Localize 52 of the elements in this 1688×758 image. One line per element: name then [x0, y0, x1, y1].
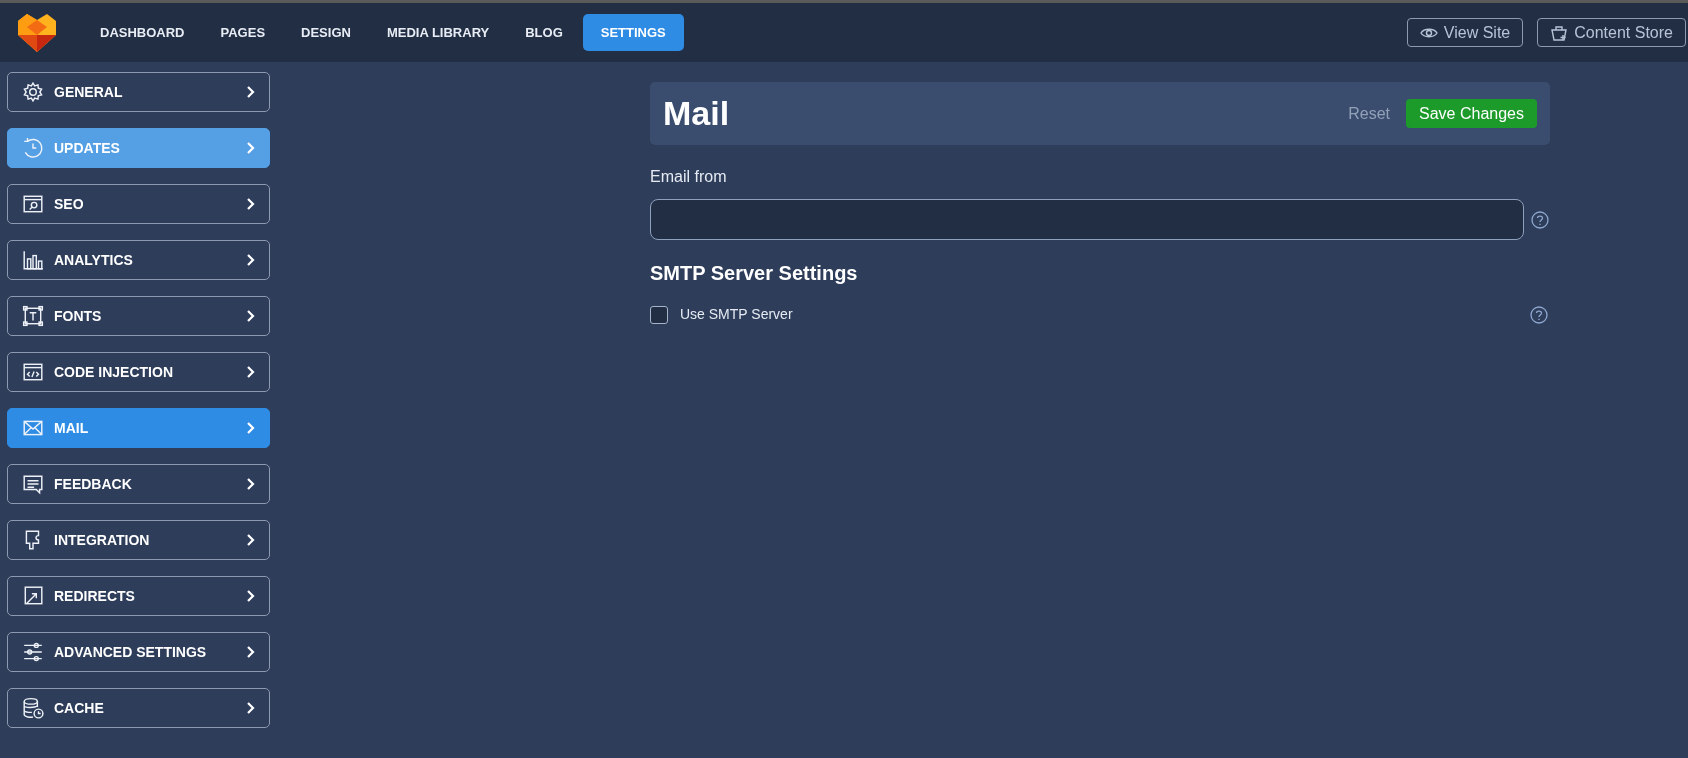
gear-icon	[22, 81, 44, 103]
chevron-right-icon	[246, 309, 255, 323]
sidebar-item[interactable]: GENERAL	[7, 72, 270, 112]
email-from-field[interactable]	[650, 199, 1524, 240]
text-frame-icon	[22, 305, 44, 327]
chevron-right-icon	[246, 253, 255, 267]
history-icon	[22, 137, 44, 159]
logo-icon[interactable]	[16, 12, 58, 53]
chevron-right-icon	[246, 141, 255, 155]
help-icon[interactable]	[1531, 210, 1549, 229]
message-icon	[22, 473, 44, 495]
sidebar-item[interactable]: CACHE	[7, 688, 270, 728]
nav-tab[interactable]: DASHBOARD	[84, 14, 201, 51]
nav-tab[interactable]: BLOG	[509, 14, 579, 51]
field-label: Email from	[650, 167, 728, 187]
sidebar-item[interactable]: MAIL	[7, 408, 270, 448]
nav-tab[interactable]: SETTINGS	[582, 14, 684, 51]
chevron-right-icon	[246, 533, 255, 547]
view-site-button[interactable]: View Site	[1406, 18, 1524, 47]
browser-search-icon	[22, 193, 44, 215]
chevron-right-icon	[246, 477, 255, 491]
sidebar-item[interactable]: ANALYTICS	[7, 240, 270, 280]
nav-tab[interactable]: DESIGN	[285, 14, 367, 51]
chevron-right-icon	[246, 701, 255, 715]
nav-tab[interactable]: MEDIA LIBRARY	[370, 14, 506, 51]
basket-icon	[1550, 23, 1569, 42]
database-clock-icon	[22, 697, 44, 719]
page-title: Mail	[663, 93, 730, 134]
nav-tab[interactable]: PAGES	[204, 14, 282, 51]
chevron-right-icon	[246, 197, 255, 211]
chevron-right-icon	[246, 589, 255, 603]
checkbox[interactable]	[650, 305, 668, 324]
save-changes-button[interactable]: Save Changes	[1406, 99, 1537, 128]
chevron-right-icon	[246, 85, 255, 99]
help-icon[interactable]	[1530, 305, 1548, 324]
checkbox-label[interactable]: Use SMTP Server	[680, 304, 793, 325]
bar-chart-icon	[22, 249, 44, 271]
sidebar-item[interactable]: ADVANCED SETTINGS	[7, 632, 270, 672]
sliders-icon	[22, 641, 44, 663]
chevron-right-icon	[246, 645, 255, 659]
sidebar-item[interactable]: FONTS	[7, 296, 270, 336]
sidebar-item[interactable]: FEEDBACK	[7, 464, 270, 504]
sidebar-item[interactable]: SEO	[7, 184, 270, 224]
code-window-icon	[22, 361, 44, 383]
section-heading: SMTP Server Settings	[650, 261, 859, 286]
chevron-right-icon	[246, 421, 255, 435]
eye-icon	[1419, 26, 1438, 39]
sidebar-item[interactable]: REDIRECTS	[7, 576, 270, 616]
sidebar-item[interactable]: CODE INJECTION	[7, 352, 270, 392]
sidebar-item[interactable]: INTEGRATION	[7, 520, 270, 560]
chevron-right-icon	[246, 365, 255, 379]
content-store-button[interactable]: Content Store	[1537, 18, 1686, 47]
